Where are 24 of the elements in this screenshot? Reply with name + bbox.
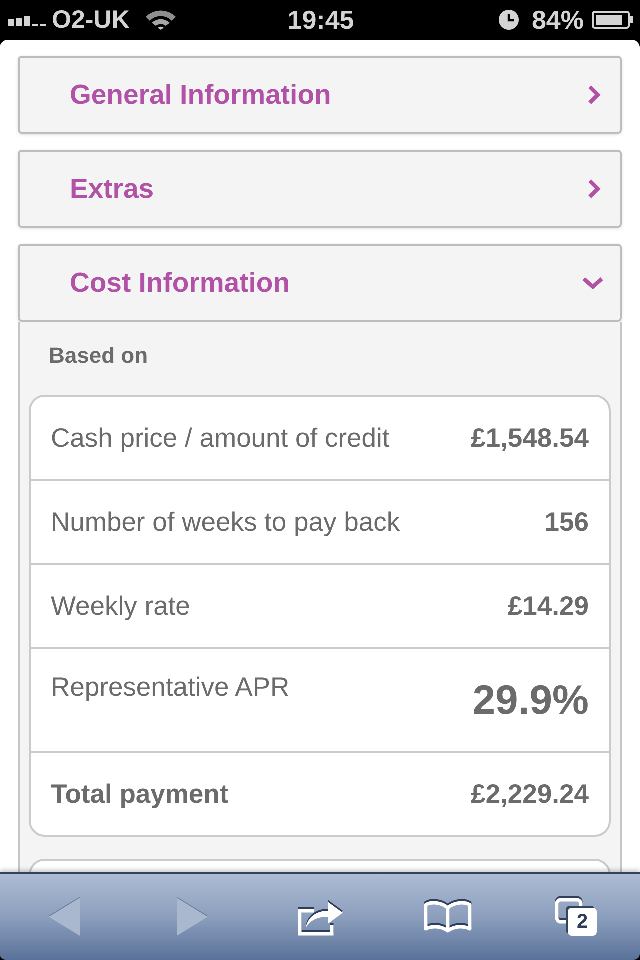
cost-label: Representative APR [51,674,290,700]
book-icon[interactable] [423,900,473,934]
cost-value: £14.29 [508,592,589,620]
clock-time: 19:45 [288,7,354,33]
clock-icon [498,10,519,30]
cost-label: Number of weeks to pay back [51,508,400,536]
accordion-header[interactable]: Extras [18,150,622,228]
carrier-name: O2-UK [52,8,130,32]
battery-percentage: 84% [532,7,584,33]
cost-value: £1,548.54 [471,424,589,452]
wifi-icon [144,10,177,30]
cost-value: 156 [544,508,589,536]
cost-label: Cash price / amount of credit [51,424,390,452]
cost-label: Total payment [51,780,229,808]
section-heading: Based on [48,345,150,367]
tab-count-badge: 2 [568,908,597,936]
accordion-header[interactable]: General Information [18,56,622,134]
battery-icon [592,11,634,29]
cost-value: £2,229.24 [471,780,589,808]
signal-bars-icon [8,14,46,26]
tabs-button[interactable]: 2 [555,898,597,936]
cost-label: Weekly rate [51,592,190,620]
accordion-header[interactable]: Cost Information [18,244,622,322]
cost-value: 29.9% [472,680,589,720]
